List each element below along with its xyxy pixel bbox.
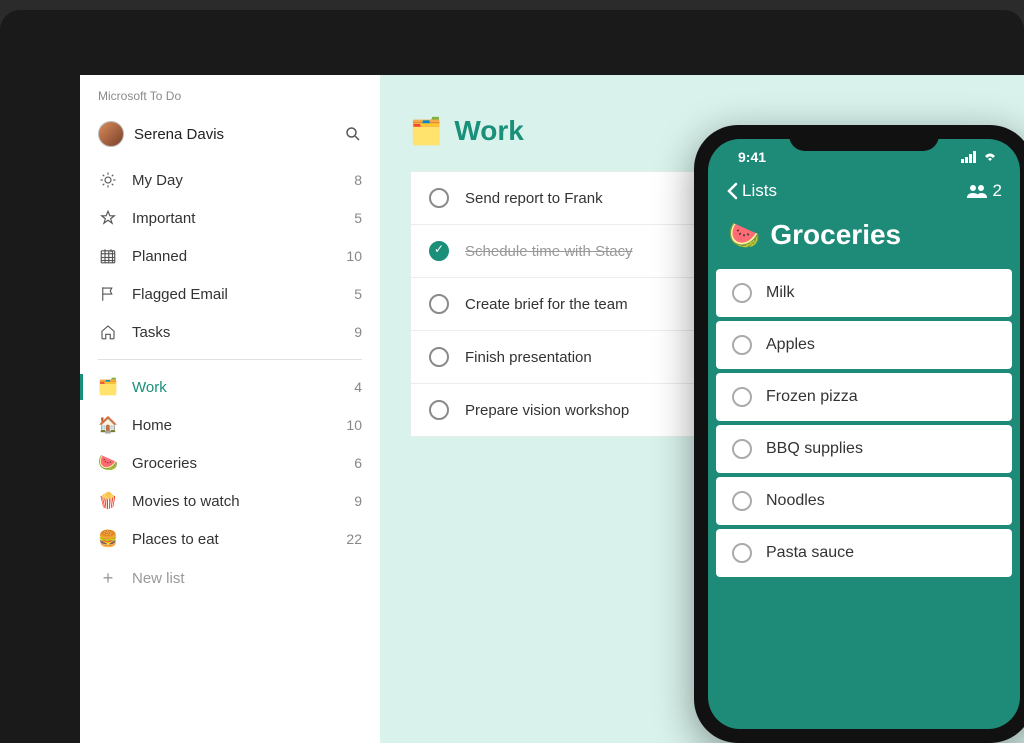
sun-icon <box>98 170 118 190</box>
phone-list-header: 🍉 Groceries <box>708 213 1020 269</box>
plus-icon: + <box>98 568 118 589</box>
search-icon[interactable] <box>344 125 362 143</box>
home-icon <box>98 322 118 342</box>
sidebar-item-count: 5 <box>354 210 362 226</box>
task-text: Noodles <box>766 492 825 510</box>
phone-notch <box>789 125 939 151</box>
sidebar-item-count: 9 <box>354 324 362 340</box>
sidebar-item-label: Tasks <box>132 324 170 341</box>
list-emoji: 🗂️ <box>98 377 118 397</box>
list-emoji: 🗂️ <box>410 116 442 147</box>
new-list-label: New list <box>132 570 185 587</box>
sidebar-list-movies-to-watch[interactable]: 🍿 Movies to watch 9 <box>80 482 380 520</box>
phone-list-title: Groceries <box>770 219 901 251</box>
sidebar-item-label: Movies to watch <box>132 493 240 510</box>
task-text: Milk <box>766 284 794 302</box>
signal-icon <box>961 151 977 163</box>
phone-task-list: Milk Apples Frozen pizza BBQ supplies Noodle… <box>708 269 1020 577</box>
list-title: Work <box>454 115 524 147</box>
profile-row[interactable]: Serena Davis <box>80 115 380 161</box>
task-checkbox[interactable] <box>732 387 752 407</box>
sidebar-list-places-to-eat[interactable]: 🍔 Places to eat 22 <box>80 520 380 558</box>
new-list-button[interactable]: + New list <box>80 558 380 599</box>
task-text: Frozen pizza <box>766 388 858 406</box>
star-icon <box>98 208 118 228</box>
task-text: Prepare vision workshop <box>465 402 629 419</box>
sidebar-item-label: Planned <box>132 248 187 265</box>
sidebar-item-important[interactable]: Important 5 <box>80 199 380 237</box>
sidebar-item-label: Work <box>132 379 167 396</box>
phone-nav: Lists 2 <box>708 169 1020 213</box>
people-icon <box>966 183 988 199</box>
task-item[interactable]: BBQ supplies <box>716 425 1012 473</box>
task-checkbox[interactable] <box>429 241 449 261</box>
sidebar-item-count: 10 <box>346 417 362 433</box>
sidebar-list-groceries[interactable]: 🍉 Groceries 6 <box>80 444 380 482</box>
task-checkbox[interactable] <box>732 543 752 563</box>
task-item[interactable]: Pasta sauce <box>716 529 1012 577</box>
sidebar-item-label: Groceries <box>132 455 197 472</box>
status-indicators <box>961 151 998 163</box>
sidebar-item-count: 9 <box>354 493 362 509</box>
task-checkbox[interactable] <box>732 283 752 303</box>
app-title: Microsoft To Do <box>80 87 380 115</box>
task-text: Finish presentation <box>465 349 592 366</box>
sidebar-item-count: 8 <box>354 172 362 188</box>
sidebar-item-label: Home <box>132 417 172 434</box>
task-text: Send report to Frank <box>465 190 603 207</box>
profile-name: Serena Davis <box>134 126 344 143</box>
task-checkbox[interactable] <box>429 188 449 208</box>
avatar <box>98 121 124 147</box>
task-item[interactable]: Apples <box>716 321 1012 369</box>
sidebar-item-my-day[interactable]: My Day 8 <box>80 161 380 199</box>
task-item[interactable]: Noodles <box>716 477 1012 525</box>
list-emoji: 🍉 <box>98 453 118 473</box>
sidebar-item-label: Places to eat <box>132 531 219 548</box>
sidebar-item-count: 22 <box>346 531 362 547</box>
task-item[interactable]: Milk <box>716 269 1012 317</box>
sidebar-list-work[interactable]: 🗂️ Work 4 <box>80 368 380 406</box>
status-time: 9:41 <box>738 149 766 165</box>
task-text: BBQ supplies <box>766 440 863 458</box>
sidebar-item-count: 5 <box>354 286 362 302</box>
sidebar-item-tasks[interactable]: Tasks 9 <box>80 313 380 351</box>
sidebar-item-planned[interactable]: Planned 10 <box>80 237 380 275</box>
list-emoji: 🏠 <box>98 415 118 435</box>
share-count: 2 <box>993 181 1002 201</box>
sidebar-item-count: 10 <box>346 248 362 264</box>
flag-icon <box>98 284 118 304</box>
back-label: Lists <box>742 181 777 201</box>
sidebar-item-label: Important <box>132 210 195 227</box>
task-checkbox[interactable] <box>429 294 449 314</box>
back-button[interactable]: Lists <box>726 181 777 201</box>
list-emoji: 🍔 <box>98 529 118 549</box>
sidebar: Microsoft To Do Serena Davis My Day 8 Impo… <box>80 75 380 743</box>
task-checkbox[interactable] <box>429 347 449 367</box>
sidebar-list-home[interactable]: 🏠 Home 10 <box>80 406 380 444</box>
task-text: Create brief for the team <box>465 296 628 313</box>
task-checkbox[interactable] <box>732 491 752 511</box>
task-text: Apples <box>766 336 815 354</box>
task-text: Schedule time with Stacy <box>465 243 633 260</box>
task-checkbox[interactable] <box>732 439 752 459</box>
list-emoji: 🍿 <box>98 491 118 511</box>
chevron-left-icon <box>726 182 738 200</box>
share-button[interactable]: 2 <box>966 181 1002 201</box>
phone-list-emoji: 🍉 <box>728 220 760 251</box>
sidebar-item-label: My Day <box>132 172 183 189</box>
phone-frame: 9:41 Lists 2 🍉 Groceries Milk Apples Froze… <box>694 125 1024 743</box>
sidebar-item-count: 4 <box>354 379 362 395</box>
sidebar-item-count: 6 <box>354 455 362 471</box>
task-checkbox[interactable] <box>429 400 449 420</box>
task-item[interactable]: Frozen pizza <box>716 373 1012 421</box>
task-checkbox[interactable] <box>732 335 752 355</box>
task-text: Pasta sauce <box>766 544 854 562</box>
sidebar-item-label: Flagged Email <box>132 286 228 303</box>
sidebar-divider <box>98 359 362 360</box>
phone-screen: 9:41 Lists 2 🍉 Groceries Milk Apples Froze… <box>708 139 1020 729</box>
wifi-icon <box>982 151 998 163</box>
calendar-icon <box>98 246 118 266</box>
sidebar-item-flagged-email[interactable]: Flagged Email 5 <box>80 275 380 313</box>
